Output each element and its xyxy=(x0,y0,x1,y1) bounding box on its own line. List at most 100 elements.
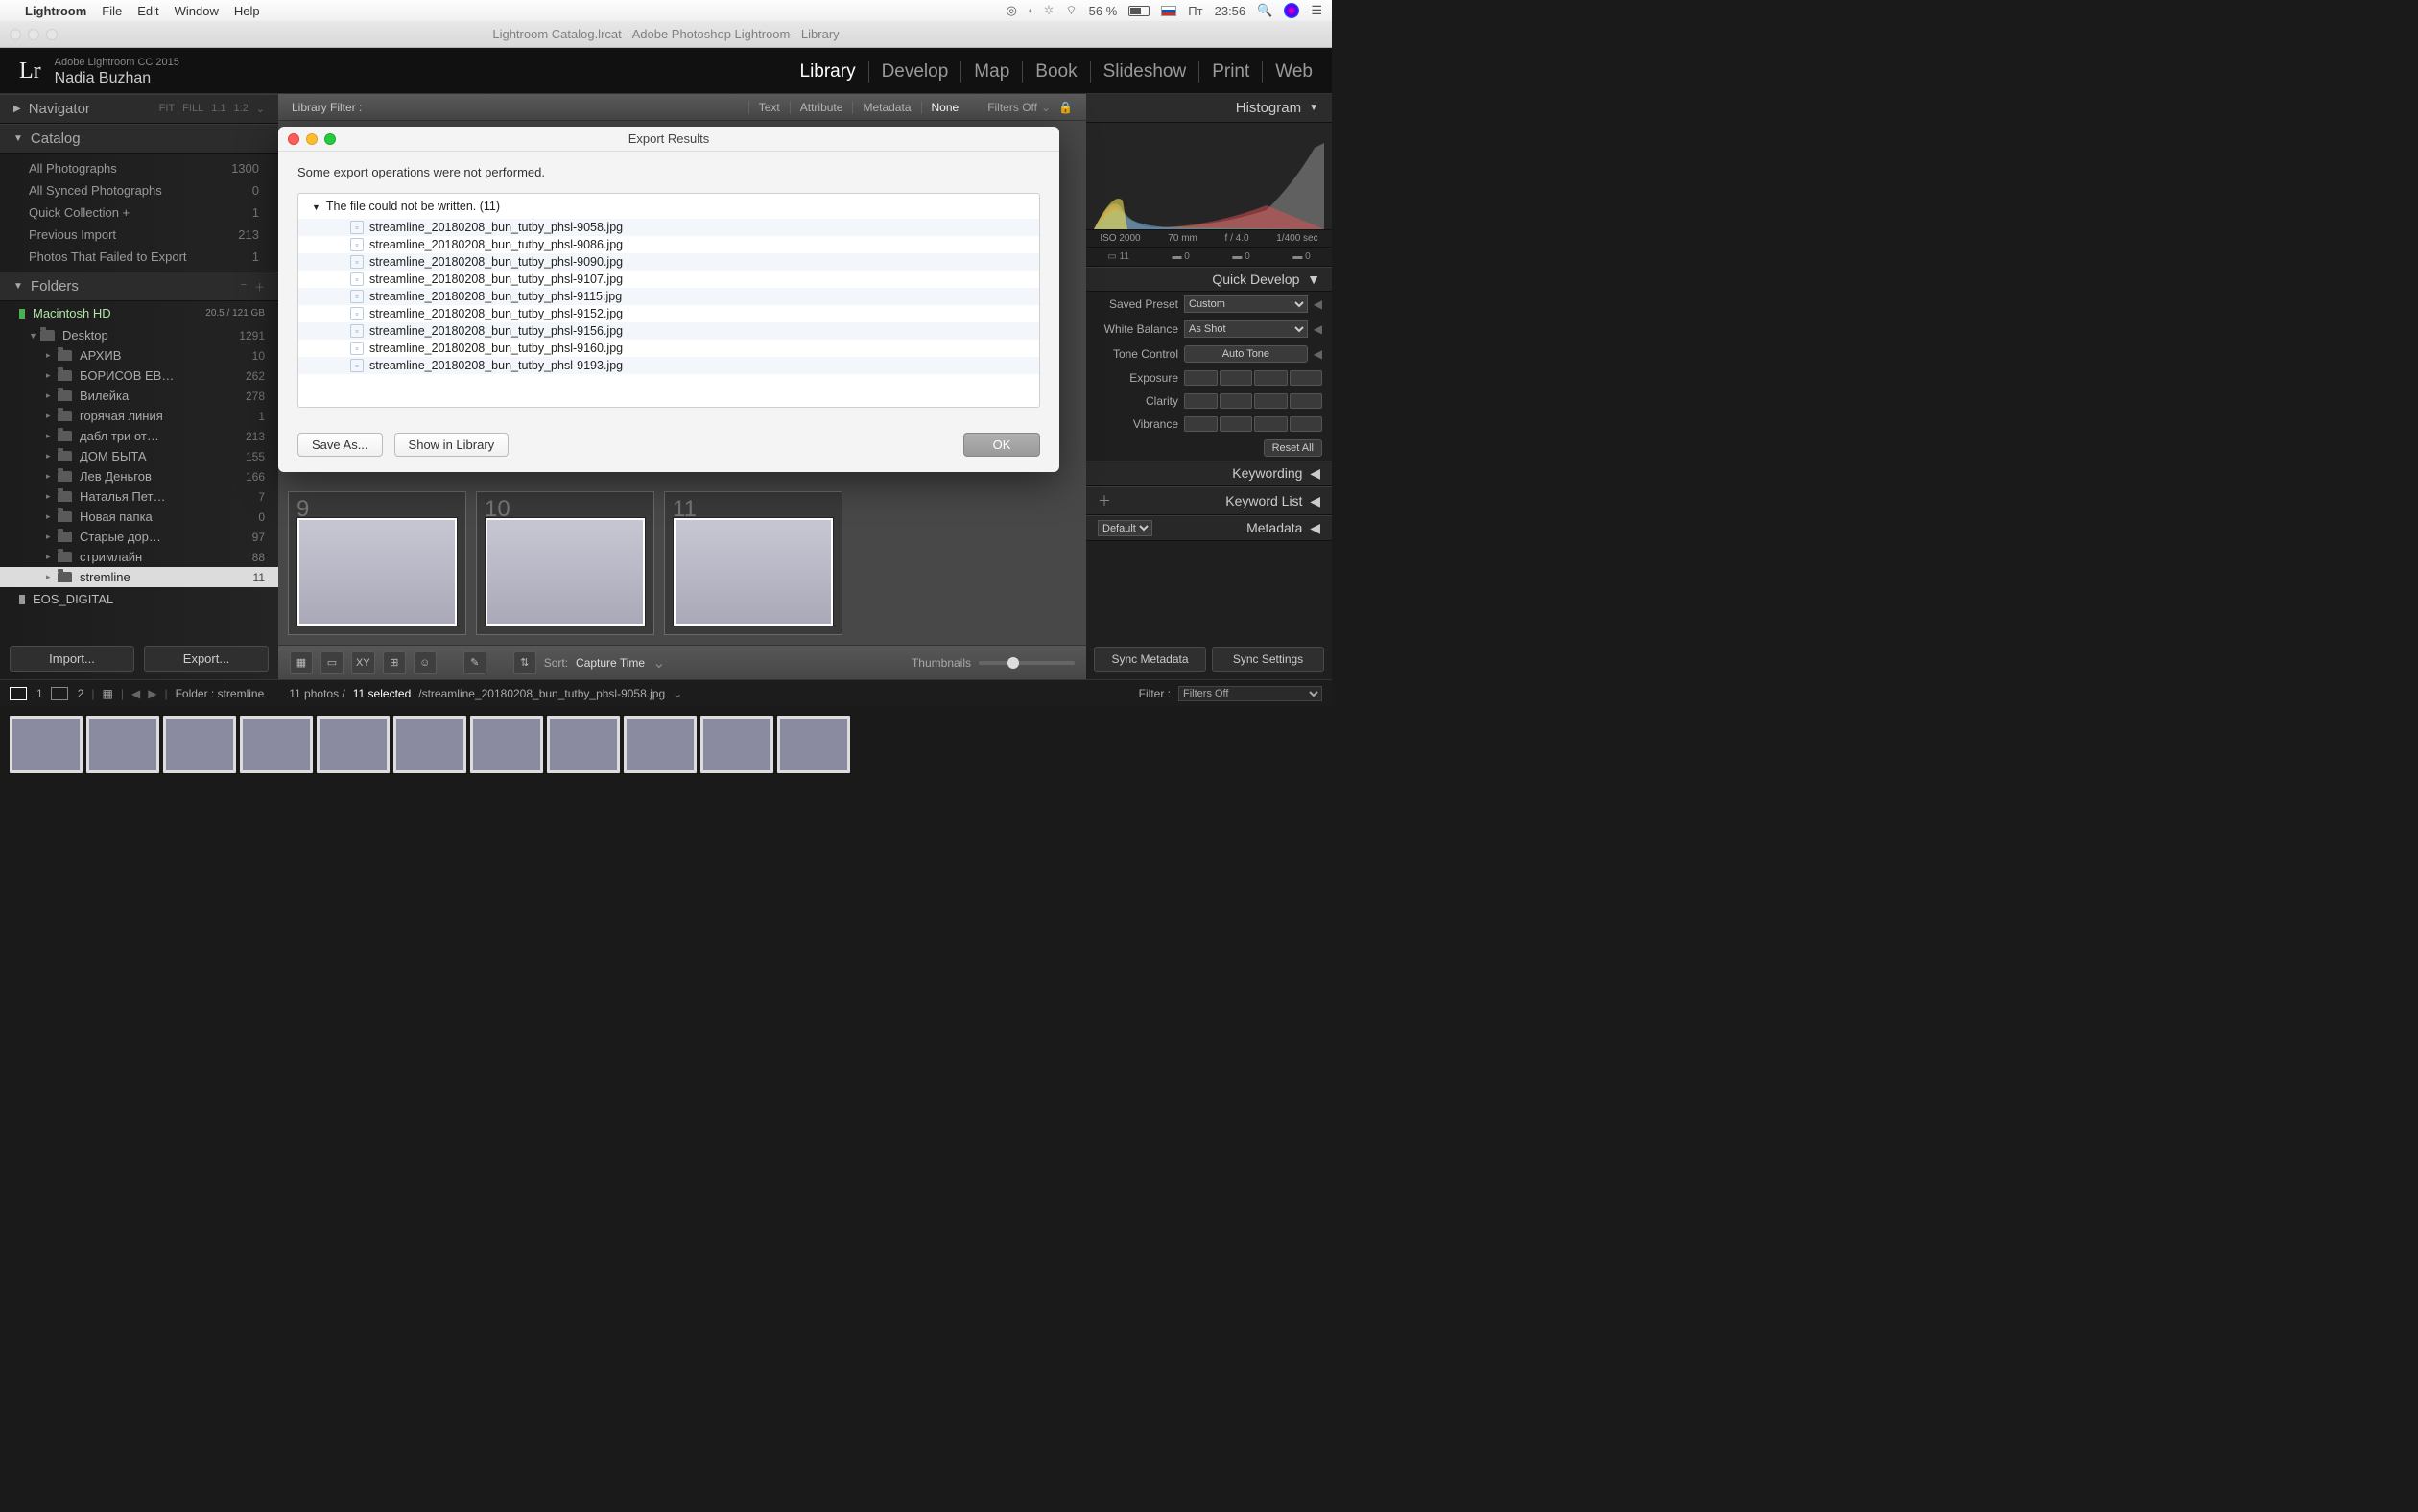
survey-view-icon[interactable]: ⊞ xyxy=(383,651,406,674)
file-row[interactable]: ▫streamline_20180208_bun_tutby_phsl-9090… xyxy=(298,253,1039,271)
catalog-item[interactable]: Quick Collection +1 xyxy=(0,201,278,224)
histogram-head[interactable]: Histogram ▼ xyxy=(1086,94,1332,123)
folders-head[interactable]: ▼ Folders −＋ xyxy=(0,272,278,301)
ok-button[interactable]: OK xyxy=(963,433,1040,457)
keywording-head[interactable]: Keywording ◀ xyxy=(1086,461,1332,486)
histogram-disclosure-icon[interactable]: ▼ xyxy=(1309,103,1318,113)
folder-row[interactable]: ▸stremline11 xyxy=(0,567,278,587)
spotlight-icon[interactable]: 🔍 xyxy=(1257,3,1272,18)
tri-icon[interactable]: ▸ xyxy=(46,552,58,562)
nav-menu-icon[interactable]: ⌄ xyxy=(256,103,265,115)
bluetooth-icon[interactable]: ✲ xyxy=(1044,3,1055,18)
show-in-library-button[interactable]: Show in Library xyxy=(394,433,510,457)
grid-icon-small[interactable]: ▦ xyxy=(103,687,113,700)
file-group-header[interactable]: ▼The file could not be written. (11) xyxy=(298,194,1039,219)
wifi-icon[interactable]: ⌔ xyxy=(1065,3,1077,18)
filmstrip-thumb[interactable] xyxy=(10,716,83,773)
folder-desktop[interactable]: ▼ Desktop 1291 xyxy=(0,325,278,345)
file-row[interactable]: ▫streamline_20180208_bun_tutby_phsl-9086… xyxy=(298,236,1039,253)
menu-file[interactable]: File xyxy=(102,4,122,18)
module-picker[interactable]: Library Develop Map Book Slideshow Print… xyxy=(788,61,1314,83)
filmstrip-thumb[interactable] xyxy=(700,716,773,773)
file-row[interactable]: ▫streamline_20180208_bun_tutby_phsl-9058… xyxy=(298,219,1039,236)
module-library[interactable]: Library xyxy=(788,61,869,83)
nav-fit[interactable]: FIT xyxy=(159,103,176,115)
grid-cell[interactable]: 10 xyxy=(476,491,654,635)
fs-dropdown-icon[interactable]: ⌄ xyxy=(673,687,682,700)
folders-plus[interactable]: ＋ xyxy=(254,279,265,295)
qd-arrow-icon[interactable]: ◀ xyxy=(1314,297,1322,311)
grid-cell[interactable]: 9 xyxy=(288,491,466,635)
menu-help[interactable]: Help xyxy=(234,4,260,18)
filter-meta[interactable]: Metadata xyxy=(852,101,920,114)
metadata-preset[interactable]: Default xyxy=(1098,520,1152,536)
notifications-icon[interactable]: ☰ xyxy=(1311,3,1322,18)
sort-value[interactable]: Capture Time xyxy=(576,656,645,670)
sort-menu-icon[interactable]: ⌄ xyxy=(652,653,665,673)
filmstrip-thumb[interactable] xyxy=(547,716,620,773)
tri-icon[interactable]: ▸ xyxy=(46,532,58,542)
folder-row[interactable]: ▸Вилейка278 xyxy=(0,386,278,406)
catalog-item[interactable]: All Photographs1300 xyxy=(0,157,278,179)
catalog-head[interactable]: ▼ Catalog xyxy=(0,124,278,154)
module-book[interactable]: Book xyxy=(1023,61,1090,83)
tri-icon[interactable]: ▸ xyxy=(46,411,58,421)
auto-tone-button[interactable]: Auto Tone xyxy=(1184,345,1308,363)
filmstrip-thumb[interactable] xyxy=(777,716,850,773)
siri-icon[interactable] xyxy=(1284,3,1299,18)
sync-settings-button[interactable]: Sync Settings xyxy=(1212,647,1324,672)
lock-icon[interactable]: 🔒 xyxy=(1058,101,1073,114)
nav-back-icon[interactable]: ◀ xyxy=(131,687,140,700)
loupe-view-icon[interactable]: ▭ xyxy=(320,651,344,674)
filter-none[interactable]: None xyxy=(921,101,969,114)
app-name[interactable]: Lightroom xyxy=(25,4,86,18)
qd-arrow-icon2[interactable]: ◀ xyxy=(1314,322,1322,336)
import-button[interactable]: Import... xyxy=(10,646,134,672)
folder-row[interactable]: ▸БОРИСОВ ЕВ…262 xyxy=(0,366,278,386)
nav-fwd-icon[interactable]: ▶ xyxy=(148,687,156,700)
keyword-list-head[interactable]: ＋Keyword List ◀ xyxy=(1086,486,1332,515)
painter-icon[interactable]: ✎ xyxy=(463,651,486,674)
fs-path[interactable]: Folder : stremline xyxy=(176,687,265,700)
nav-fill[interactable]: FILL xyxy=(182,103,203,115)
filter-text[interactable]: Text xyxy=(748,101,790,114)
tri-icon[interactable]: ▸ xyxy=(46,451,58,461)
reset-all-button[interactable]: Reset All xyxy=(1264,439,1322,457)
export-button[interactable]: Export... xyxy=(144,646,269,672)
folder-row[interactable]: ▸горячая линия1 xyxy=(0,406,278,426)
nav-1to1[interactable]: 1:1 xyxy=(211,103,225,115)
wb-select[interactable]: As Shot xyxy=(1184,320,1308,338)
folders-minus[interactable]: − xyxy=(241,279,247,295)
catalog-item[interactable]: Previous Import213 xyxy=(0,224,278,246)
compare-view-icon[interactable]: XY xyxy=(351,651,375,674)
cc-icon[interactable]: ◎ xyxy=(1007,3,1017,18)
nav-1to2[interactable]: 1:2 xyxy=(233,103,248,115)
filters-off[interactable]: Filters Off xyxy=(987,101,1037,114)
catalog-item[interactable]: All Synced Photographs0 xyxy=(0,179,278,201)
monitor-2-icon[interactable] xyxy=(51,687,68,700)
filmstrip-thumb[interactable] xyxy=(393,716,466,773)
exposure-stepper[interactable] xyxy=(1184,370,1322,386)
module-slideshow[interactable]: Slideshow xyxy=(1091,61,1200,83)
save-as-button[interactable]: Save As... xyxy=(297,433,383,457)
qd-arrow-icon3[interactable]: ◀ xyxy=(1314,347,1322,361)
module-map[interactable]: Map xyxy=(961,61,1023,83)
filmstrip-thumb[interactable] xyxy=(624,716,697,773)
thumbnail-slider[interactable] xyxy=(979,661,1075,665)
navigator-head[interactable]: ▶ Navigator FIT FILL 1:1 1:2 ⌄ xyxy=(0,94,278,124)
filter-attr[interactable]: Attribute xyxy=(790,101,853,114)
tri-icon[interactable]: ▸ xyxy=(46,511,58,522)
module-develop[interactable]: Develop xyxy=(869,61,962,83)
saved-preset-select[interactable]: Custom xyxy=(1184,295,1308,313)
metadata-head[interactable]: DefaultMetadata ◀ xyxy=(1086,515,1332,541)
tri-icon[interactable]: ▸ xyxy=(46,431,58,441)
filmstrip[interactable] xyxy=(0,706,1332,783)
folder-row[interactable]: ▸Наталья Пет…7 xyxy=(0,486,278,507)
folder-row[interactable]: ▸Старые дор…97 xyxy=(0,527,278,547)
vibrance-stepper[interactable] xyxy=(1184,416,1322,432)
filmstrip-thumb[interactable] xyxy=(470,716,543,773)
filmstrip-thumb[interactable] xyxy=(317,716,390,773)
clarity-stepper[interactable] xyxy=(1184,393,1322,409)
monitor-1-icon[interactable] xyxy=(10,687,27,700)
file-row[interactable]: ▫streamline_20180208_bun_tutby_phsl-9115… xyxy=(298,288,1039,305)
